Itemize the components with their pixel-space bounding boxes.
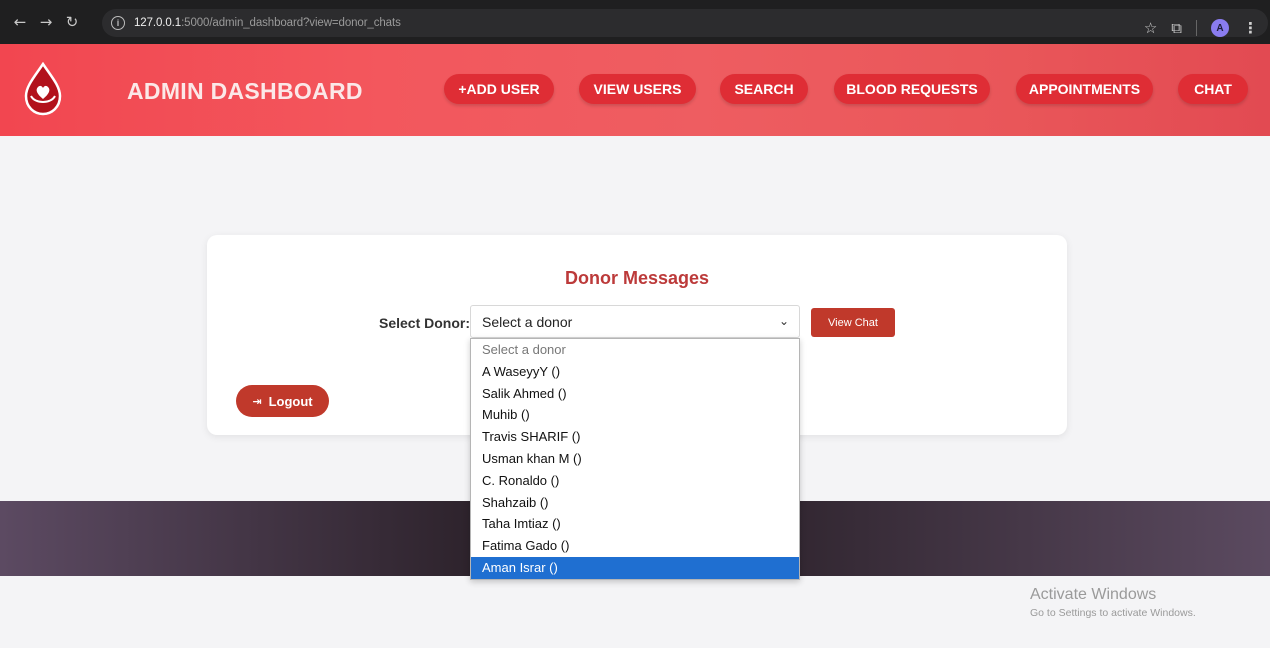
nav-view-users-button[interactable]: VIEW USERS bbox=[579, 74, 696, 104]
donor-dropdown-list: Select a donor A WaseyyY () Salik Ahmed … bbox=[470, 338, 800, 580]
dropdown-option[interactable]: Travis SHARIF () bbox=[471, 426, 799, 448]
dropdown-option[interactable]: Fatima Gado () bbox=[471, 535, 799, 557]
extensions-icon[interactable]: ⧉ bbox=[1171, 19, 1182, 37]
browser-toolbar: ← → ↻ i 127.0.0.1:5000/admin_dashboard?v… bbox=[0, 0, 1270, 44]
dropdown-option[interactable]: Select a donor bbox=[471, 339, 799, 361]
nav-add-user-button[interactable]: +ADD USER bbox=[444, 74, 554, 104]
donor-select[interactable]: Select a donor ⌄ bbox=[470, 305, 800, 338]
chevron-down-icon: ⌄ bbox=[778, 314, 789, 328]
back-arrow-icon[interactable]: ← bbox=[7, 13, 33, 31]
url-path: :5000/admin_dashboard?view=donor_chats bbox=[181, 17, 401, 29]
watermark-title: Activate Windows bbox=[1030, 586, 1157, 603]
dropdown-option[interactable]: Shahzaib () bbox=[471, 492, 799, 514]
dropdown-option[interactable]: C. Ronaldo () bbox=[471, 470, 799, 492]
activate-windows-watermark: Activate Windows Go to Settings to activ… bbox=[1030, 586, 1196, 619]
donor-messages-title: Donor Messages bbox=[564, 268, 710, 288]
address-bar[interactable]: i 127.0.0.1:5000/admin_dashboard?view=do… bbox=[102, 9, 1268, 37]
logout-button[interactable]: ⇥ Logout bbox=[236, 385, 329, 417]
url-host: 127.0.0.1 bbox=[134, 17, 182, 29]
reload-icon[interactable]: ↻ bbox=[59, 13, 85, 31]
dropdown-option[interactable]: Usman khan M () bbox=[471, 448, 799, 470]
browser-menu-icon[interactable]: ⋮ bbox=[1243, 19, 1258, 37]
watermark-subtitle: Go to Settings to activate Windows. bbox=[1030, 607, 1196, 619]
forward-arrow-icon[interactable]: → bbox=[33, 13, 59, 31]
select-donor-label: Select Donor: bbox=[379, 315, 471, 331]
app-header: ADMIN DASHBOARD +ADD USER VIEW USERS SEA… bbox=[0, 44, 1270, 136]
dropdown-option-highlighted[interactable]: Aman Israr () bbox=[471, 556, 799, 579]
site-info-icon[interactable]: i bbox=[111, 16, 125, 30]
dropdown-option[interactable]: Muhib () bbox=[471, 404, 799, 426]
page-title: ADMIN DASHBOARD bbox=[127, 78, 363, 104]
browser-actions: ☆ ⧉ A ⋮ bbox=[1144, 19, 1258, 37]
donor-select-value: Select a donor bbox=[482, 313, 573, 330]
dropdown-option[interactable]: Salik Ahmed () bbox=[471, 383, 799, 405]
dropdown-option[interactable]: A WaseyyY () bbox=[471, 361, 799, 383]
nav-blood-requests-button[interactable]: BLOOD REQUESTS bbox=[834, 74, 990, 104]
nav-search-button[interactable]: SEARCH bbox=[720, 74, 808, 104]
nav-appointments-button[interactable]: APPOINTMENTS bbox=[1016, 74, 1153, 104]
view-chat-button[interactable]: View Chat bbox=[811, 308, 895, 337]
url-text: 127.0.0.1:5000/admin_dashboard?view=dono… bbox=[134, 17, 401, 29]
dropdown-option[interactable]: Taha Imtiaz () bbox=[471, 513, 799, 535]
blood-drop-logo-icon bbox=[24, 62, 62, 116]
logout-label: Logout bbox=[268, 393, 313, 409]
toolbar-divider bbox=[1196, 20, 1197, 36]
sign-out-icon: ⇥ bbox=[252, 394, 262, 408]
bookmark-star-icon[interactable]: ☆ bbox=[1144, 19, 1157, 37]
nav-chat-button[interactable]: CHAT bbox=[1178, 74, 1248, 104]
profile-avatar[interactable]: A bbox=[1211, 19, 1229, 37]
